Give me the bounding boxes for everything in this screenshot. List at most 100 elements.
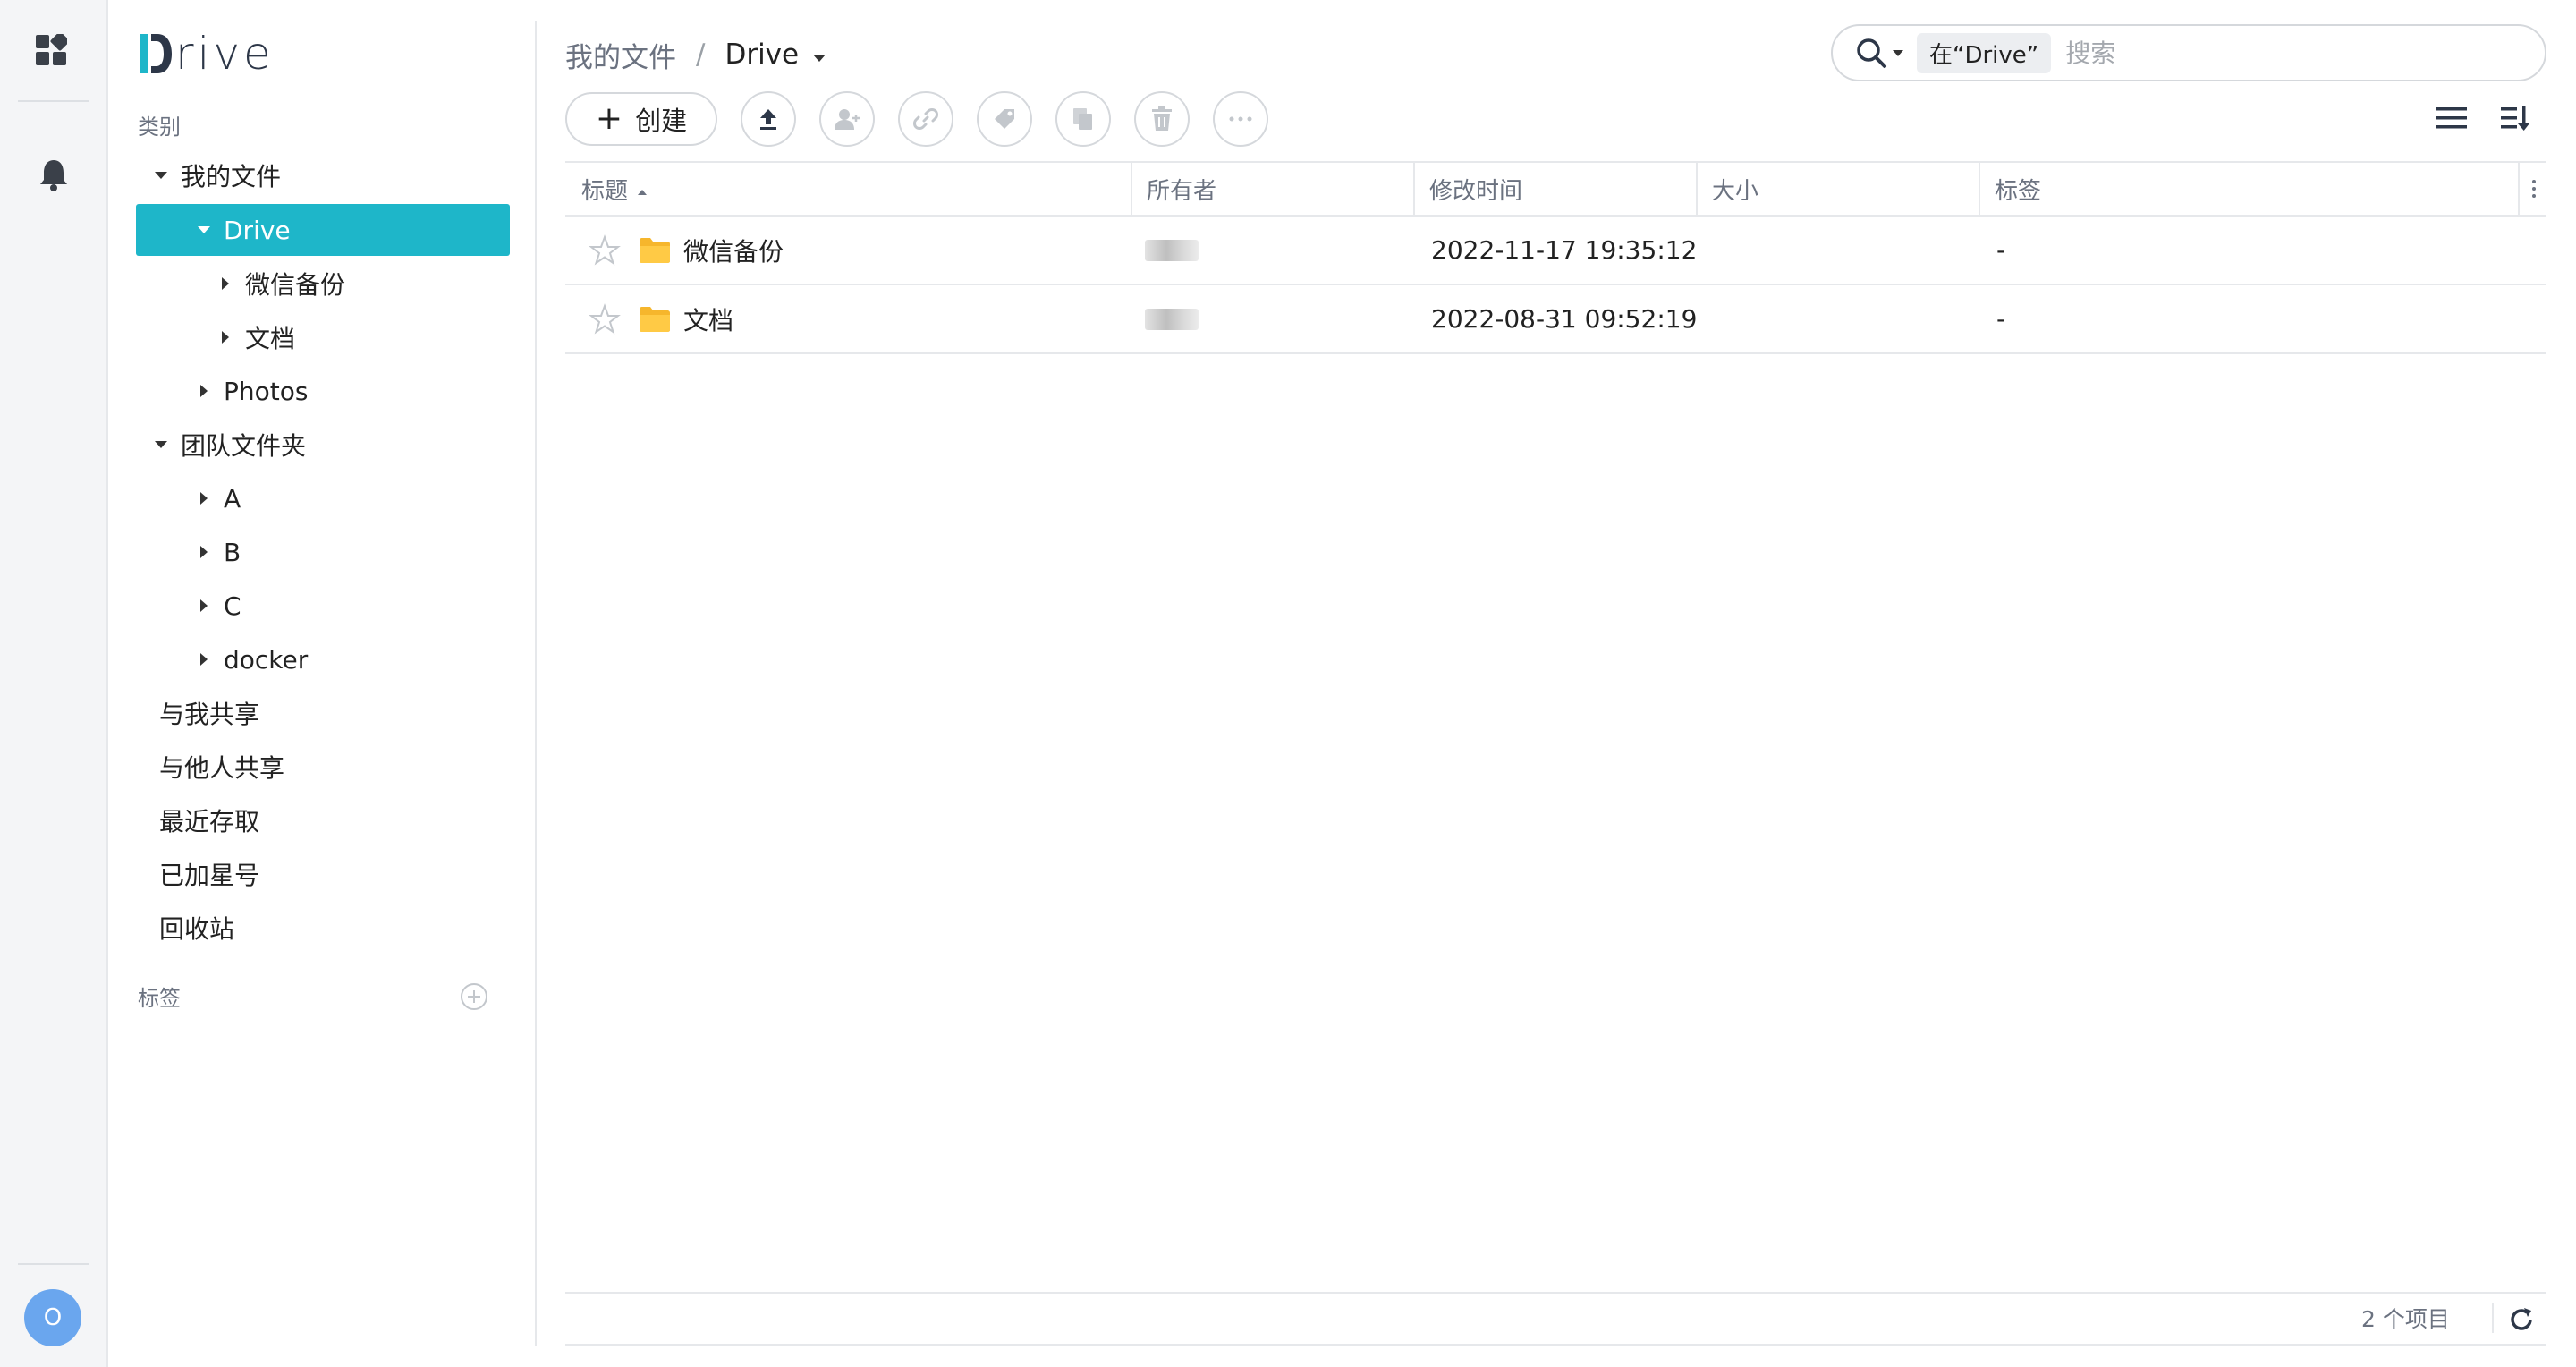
star-icon[interactable] [589,233,621,267]
left-rail: O [0,0,108,1367]
tree-item-label: 团队文件夹 [181,431,307,461]
tree-item-documents[interactable]: 文档 [136,311,510,363]
column-modified[interactable]: 修改时间 [1429,163,1522,215]
column-options-icon[interactable] [2529,175,2539,202]
nav-starred[interactable]: 已加星号 [136,848,510,900]
footer-bottom-divider [565,1344,2546,1346]
file-modified: 2022-08-31 09:52:19 [1431,304,1698,334]
tag-icon [995,109,1014,129]
caret-right-icon[interactable] [191,486,216,511]
caret-right-icon[interactable] [191,593,216,618]
tree-item-label: Photos [224,376,309,406]
tags-heading: 标签 [138,986,181,1011]
search-icon[interactable] [1854,36,1888,70]
avatar[interactable]: O [24,1289,81,1346]
search-scope-chip[interactable]: 在“Drive” [1917,32,2052,73]
footer-separator [2492,1303,2494,1333]
caret-right-icon[interactable] [191,647,216,672]
caret-right-icon[interactable] [213,271,238,296]
create-button-label: 创建 [635,106,688,136]
column-size[interactable]: 大小 [1712,163,1758,215]
tree-item-c[interactable]: C [136,580,510,632]
tree-item-b[interactable]: B [136,526,510,578]
column-title-label: 标题 [581,177,629,205]
tree-item-label: C [224,590,242,621]
table-header: 标题 所有者 修改时间 大小 标签 [565,161,2546,217]
sort-asc-icon [637,175,648,202]
tree-item-my-files[interactable]: 我的文件 [136,149,510,201]
nav-recycle-bin[interactable]: 回收站 [136,902,510,954]
upload-icon [760,109,776,130]
column-tags[interactable]: 标签 [1995,163,2041,215]
caret-down-icon[interactable] [148,432,174,457]
file-modified: 2022-11-17 19:35:12 [1431,235,1698,265]
item-count: 2 个项目 [2361,1306,2450,1332]
tree-item-label: 我的文件 [181,162,282,191]
add-tag-icon[interactable] [460,982,488,1011]
breadcrumb-current[interactable]: Drive [724,38,799,71]
column-divider[interactable] [1696,163,1698,215]
search-bar[interactable]: 在“Drive” [1831,24,2546,81]
link-icon [913,108,938,130]
more-icon [1229,116,1252,122]
star-icon[interactable] [589,302,621,335]
tag-button[interactable] [977,91,1032,147]
nav-shared-with-others[interactable]: 与他人共享 [136,741,510,793]
bell-icon[interactable] [38,157,70,193]
column-divider[interactable] [1131,163,1132,215]
caret-right-icon[interactable] [213,325,238,350]
drive-logo-icon [138,32,174,75]
folder-icon [639,306,671,333]
tree-item-a[interactable]: A [136,472,510,524]
column-title[interactable]: 标题 [581,163,648,215]
file-title[interactable]: 微信备份 [683,233,784,268]
tree-item-team-folders[interactable]: 团队文件夹 [136,419,510,471]
copy-icon [1073,108,1092,130]
tree-item-photos[interactable]: Photos [136,365,510,417]
copy-button[interactable] [1055,91,1111,147]
list-view-icon[interactable] [2435,102,2469,134]
tree-item-wechat-backup[interactable]: 微信备份 [136,258,510,310]
more-button[interactable] [1213,91,1268,147]
sort-icon[interactable] [2499,100,2531,136]
caret-down-icon[interactable] [148,163,174,188]
column-divider [2518,163,2520,215]
app-logo: rive [138,29,275,79]
chevron-down-icon[interactable] [1892,45,1904,62]
rail-divider [18,100,89,102]
file-title[interactable]: 文档 [683,301,733,337]
caret-right-icon[interactable] [191,539,216,565]
tree-item-label: 微信备份 [245,270,346,300]
link-button[interactable] [898,91,953,147]
refresh-icon[interactable] [2506,1304,2537,1335]
tree-item-label: A [224,483,242,514]
table-row[interactable]: 微信备份 2022-11-17 19:35:12 - [565,217,2546,285]
tree-item-docker[interactable]: docker [136,633,510,685]
column-divider[interactable] [1413,163,1415,215]
caret-down-icon[interactable] [191,217,216,242]
share-user-button[interactable] [819,91,875,147]
tree-item-drive[interactable]: Drive [136,204,510,256]
table-row[interactable]: 文档 2022-08-31 09:52:19 - [565,285,2546,354]
upload-button[interactable] [741,91,796,147]
plus-icon: + [595,100,623,137]
tree-item-label: docker [224,644,309,675]
delete-button[interactable] [1134,91,1190,147]
search-input[interactable] [2063,37,2533,69]
caret-right-icon[interactable] [191,378,216,403]
trash-icon [1152,106,1172,131]
file-tags: - [1996,235,2006,265]
chevron-down-icon[interactable] [811,38,827,71]
logo-text: rive [175,28,275,80]
column-owner[interactable]: 所有者 [1147,163,1216,215]
nav-recent[interactable]: 最近存取 [136,794,510,846]
breadcrumb-parent[interactable]: 我的文件 [565,35,676,75]
create-button[interactable]: + 创建 [565,92,717,146]
category-heading: 类别 [138,115,181,140]
tree-item-label: 文档 [245,324,296,353]
sidebar-divider [535,21,537,1346]
column-divider[interactable] [1979,163,1980,215]
nav-shared-with-me[interactable]: 与我共享 [136,687,510,739]
apps-icon[interactable] [35,31,70,66]
rail-divider [18,1263,89,1265]
